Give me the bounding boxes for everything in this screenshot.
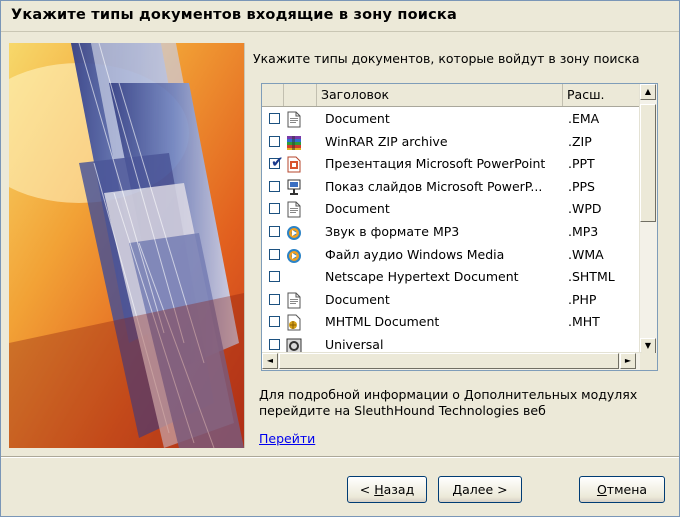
header-title-label: Заголовок — [321, 87, 390, 102]
row-title: Презентация Microsoft PowerPoint — [325, 156, 546, 172]
wizard-window: Укажите типы документов входящие в зону … — [0, 0, 680, 517]
list-item[interactable]: Document .EMA — [262, 108, 642, 131]
row-extension: .PPS — [568, 178, 595, 194]
list-item[interactable]: Document .PHP — [262, 289, 642, 312]
row-extension: .WPD — [568, 201, 602, 217]
slideshow-icon — [286, 179, 302, 196]
next-button[interactable]: Далее > — [438, 476, 522, 503]
header-checkbox-column[interactable] — [262, 84, 284, 106]
powerpoint-icon — [286, 156, 302, 173]
list-item[interactable]: Показ слайдов Microsoft PowerP... .PPS — [262, 176, 642, 199]
header-extension-label: Расш. — [567, 87, 605, 102]
row-checkbox[interactable] — [269, 316, 280, 328]
arrow-left-icon: ◄ — [266, 356, 274, 365]
row-title: Показ слайдов Microsoft PowerP... — [325, 178, 543, 194]
row-extension: .EMA — [568, 111, 600, 126]
row-checkbox[interactable] — [269, 271, 280, 283]
row-checkbox[interactable] — [269, 113, 280, 124]
row-title: Document — [325, 111, 390, 126]
scroll-corner — [640, 353, 657, 370]
row-checkbox[interactable] — [269, 293, 280, 305]
row-checkbox[interactable] — [269, 226, 280, 237]
cancel-button[interactable]: Отмена — [579, 476, 665, 503]
info-text: Для подробной информации о Дополнительны… — [259, 387, 638, 418]
window-title: Укажите типы документов входящие в зону … — [11, 7, 457, 23]
instruction-text: Укажите типы документов, которые войдут … — [253, 51, 640, 66]
horizontal-scroll-thumb[interactable] — [279, 353, 619, 369]
row-extension: .ZIP — [568, 133, 592, 149]
next-mnemonic: Д — [452, 482, 463, 497]
row-extension: .MHT — [568, 314, 600, 330]
row-checkbox[interactable] — [269, 203, 280, 215]
document-icon — [286, 292, 302, 309]
back-label: азад — [383, 482, 415, 497]
mhtml-icon — [286, 314, 302, 331]
header-title[interactable]: Заголовок — [317, 84, 563, 106]
list-item[interactable]: Netscape Hypertext Document .SHTML — [262, 266, 642, 289]
cancel-label: тмена — [606, 482, 648, 497]
media-player-icon — [286, 224, 302, 241]
row-checkbox[interactable] — [269, 180, 280, 192]
scroll-up-button[interactable]: ▲ — [640, 84, 656, 100]
header-icon-column[interactable] — [284, 84, 317, 106]
row-extension: .PHP — [568, 291, 597, 307]
back-button[interactable]: < Назад — [347, 476, 427, 503]
header-extension[interactable]: Расш. — [563, 84, 642, 106]
row-extension: .WMA — [568, 246, 604, 262]
row-title: Universal — [325, 337, 384, 352]
list-item[interactable]: Файл аудио Windows Media .WMA — [262, 244, 642, 267]
button-separator — [1, 456, 679, 458]
vertical-scroll-thumb[interactable] — [640, 104, 656, 222]
row-checkbox[interactable] — [269, 339, 280, 350]
row-title: Document — [325, 291, 390, 307]
document-types-list[interactable]: Заголовок Расш. Document .EMA WinRAR ZIP a… — [261, 83, 658, 371]
row-title: Звук в формате MP3 — [325, 224, 460, 239]
checkmark-icon: ✔ — [271, 153, 284, 172]
media-player-icon — [286, 247, 302, 264]
row-extension: .PPT — [568, 156, 595, 172]
list-item[interactable]: MHTML Document .MHT — [262, 311, 642, 334]
row-title: MHTML Document — [325, 314, 440, 330]
arrow-up-icon: ▲ — [644, 87, 652, 96]
list-item[interactable]: Document .WPD — [262, 198, 642, 221]
list-item[interactable]: Звук в формате MP3 .MP3 — [262, 221, 642, 244]
row-title: Document — [325, 201, 390, 217]
arrow-right-icon: ► — [624, 356, 632, 365]
winrar-icon — [286, 134, 302, 151]
row-checkbox[interactable] — [269, 135, 280, 147]
wizard-side-image — [9, 43, 245, 448]
back-mnemonic: Н — [374, 482, 384, 497]
arrow-down-icon: ▼ — [644, 341, 652, 350]
row-checkbox[interactable] — [269, 248, 280, 260]
scroll-down-button[interactable]: ▼ — [640, 338, 656, 354]
next-label: алее — [462, 482, 494, 497]
vertical-scrollbar[interactable]: ▲ ▼ — [639, 84, 657, 355]
row-title: WinRAR ZIP archive — [325, 133, 448, 149]
scroll-left-button[interactable]: ◄ — [262, 353, 278, 369]
row-checkbox[interactable]: ✔ — [269, 154, 284, 170]
document-icon — [286, 201, 302, 218]
document-icon — [286, 111, 302, 128]
go-link[interactable]: Перейти — [259, 431, 315, 446]
row-title: Файл аудио Windows Media — [325, 246, 505, 262]
list-item[interactable]: WinRAR ZIP archive .ZIP — [262, 131, 642, 154]
list-header: Заголовок Расш. — [262, 84, 642, 107]
row-extension: .MP3 — [568, 224, 599, 239]
row-title: Netscape Hypertext Document — [325, 269, 519, 285]
cancel-mnemonic: О — [596, 482, 607, 497]
title-bar: Укажите типы документов входящие в зону … — [1, 1, 679, 32]
row-extension: .SHTML — [568, 269, 615, 285]
list-item[interactable]: ✔ Презентация Microsoft PowerPoint .PPT — [262, 153, 642, 176]
scroll-right-button[interactable]: ► — [620, 353, 636, 369]
horizontal-scrollbar[interactable]: ◄ ► — [262, 352, 642, 370]
